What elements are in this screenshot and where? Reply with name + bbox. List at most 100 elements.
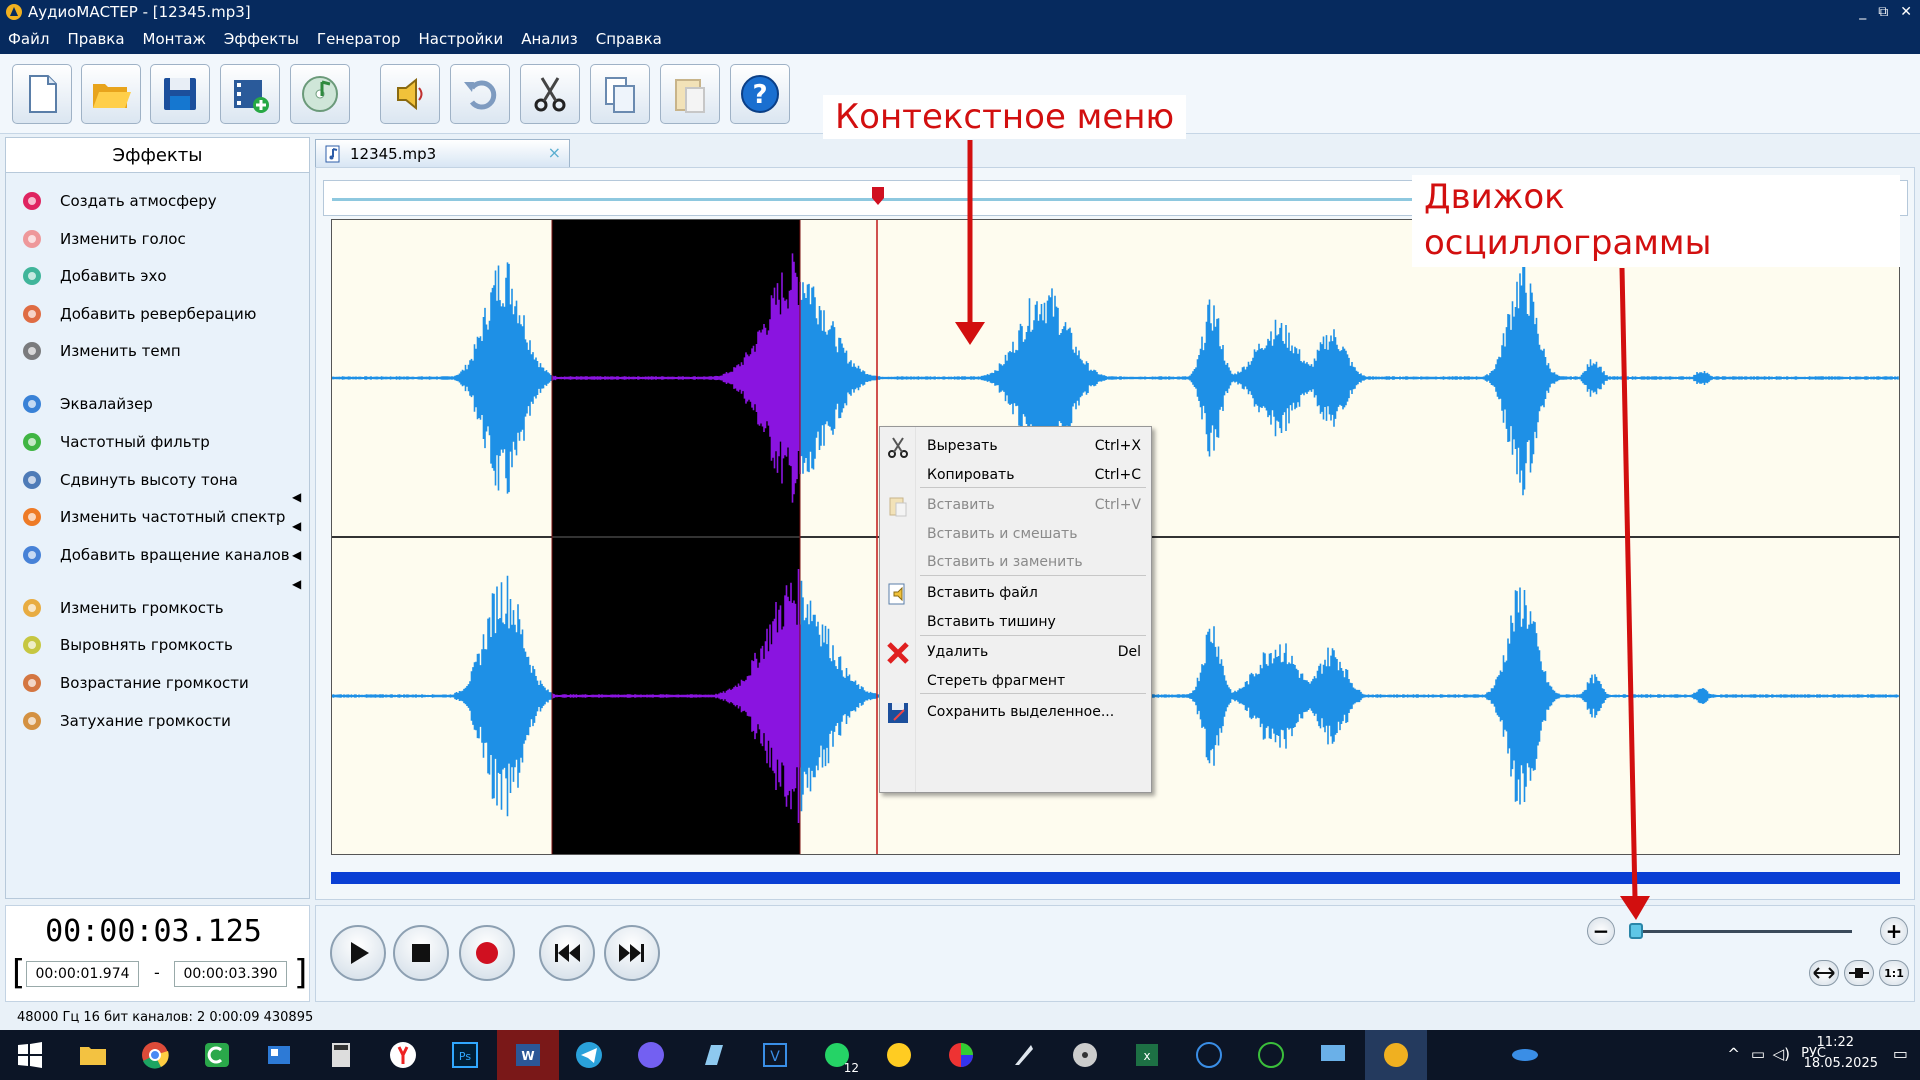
taskbar-chrome[interactable] (135, 1035, 175, 1075)
taskbar-film-app[interactable] (1065, 1035, 1105, 1075)
undo-button[interactable] (450, 64, 510, 124)
taskbar-yandex[interactable] (383, 1035, 423, 1075)
context-menu-item[interactable]: Вставить файл (880, 580, 1151, 608)
open-file-button[interactable] (81, 64, 141, 124)
taskbar-whatsapp[interactable]: 12 (817, 1035, 859, 1075)
effect-item[interactable]: Выровнять громкость (18, 630, 233, 660)
menu-analysis[interactable]: Анализ (521, 30, 578, 48)
minimize-button[interactable]: _ (1859, 0, 1866, 24)
taskbar-word-active[interactable]: W (497, 1030, 559, 1080)
effect-label: Изменить темп (60, 342, 181, 360)
effect-item[interactable]: Эквалайзер (18, 389, 153, 419)
context-menu-item[interactable]: Удалить Del (880, 639, 1151, 667)
zoom-in-button[interactable]: + (1880, 917, 1908, 945)
menu-settings[interactable]: Настройки (418, 30, 503, 48)
selection-end-field[interactable]: 00:00:03.390 (174, 961, 287, 987)
paste-button[interactable] (660, 64, 720, 124)
expand-arrow-icon[interactable]: ◀ (292, 548, 301, 562)
skip-end-button[interactable] (604, 925, 660, 981)
taskbar-telegram[interactable] (569, 1035, 609, 1075)
close-button[interactable]: ✕ (1900, 0, 1912, 24)
context-menu-item[interactable]: Вставить и заменить (880, 549, 1151, 577)
effect-item[interactable]: Добавить вращение каналов (18, 540, 290, 570)
expand-arrow-icon[interactable]: ◀ (292, 519, 301, 533)
expand-arrow-icon[interactable]: ◀ (292, 577, 301, 591)
zoom-actual-button[interactable]: 1:1 (1879, 960, 1909, 986)
zoom-slider-track[interactable] (1630, 930, 1852, 933)
taskbar-audiomaster-active[interactable] (1365, 1030, 1427, 1080)
menu-edit[interactable]: Правка (67, 30, 124, 48)
taskbar-feather-app[interactable] (1003, 1035, 1043, 1075)
zoom-out-button[interactable]: − (1587, 917, 1615, 945)
context-menu-item[interactable]: Вставить тишину (880, 609, 1151, 637)
taskbar-edge[interactable] (1505, 1035, 1545, 1075)
help-button[interactable]: ? (730, 64, 790, 124)
stop-button[interactable] (393, 925, 449, 981)
effect-item[interactable]: Изменить голос (18, 224, 186, 254)
tab-file[interactable]: 12345.mp3 × (315, 139, 570, 167)
taskbar-explorer[interactable] (73, 1035, 113, 1075)
notifications-icon[interactable]: ▭ (1893, 1044, 1908, 1063)
zoom-slider-thumb[interactable] (1629, 923, 1643, 939)
effect-item[interactable]: Сдвинуть высоту тона (18, 465, 238, 495)
effect-item[interactable]: Возрастание громкости (18, 668, 249, 698)
menu-effects[interactable]: Эффекты (224, 30, 299, 48)
selection-start-field[interactable]: 00:00:01.974 (26, 961, 139, 987)
copy-button[interactable] (590, 64, 650, 124)
menu-generator[interactable]: Генератор (317, 30, 401, 48)
menu-file[interactable]: Файл (8, 30, 49, 48)
volume-tray-icon[interactable]: ◁) (1773, 1045, 1790, 1063)
taskbar-u-app[interactable] (1251, 1035, 1291, 1075)
effect-item[interactable]: Изменить громкость (18, 593, 224, 623)
taskbar-color-app[interactable] (941, 1035, 981, 1075)
effect-item[interactable]: Затухание громкости (18, 706, 231, 736)
sound-effect-button[interactable] (380, 64, 440, 124)
fit-width-button[interactable] (1809, 960, 1839, 986)
monitor-icon (1321, 1045, 1345, 1061)
taskbar-app-crystal[interactable] (693, 1035, 733, 1075)
clock-date[interactable]: 18.05.2025 (1804, 1056, 1878, 1071)
playhead-marker-icon[interactable] (871, 186, 885, 206)
context-menu-item[interactable]: Вставить Ctrl+V (880, 492, 1151, 520)
effect-item[interactable]: Создать атмосферу (18, 186, 217, 216)
effect-item[interactable]: Добавить эхо (18, 261, 167, 291)
context-menu-item[interactable]: Стереть фрагмент (880, 668, 1151, 696)
start-button[interactable] (10, 1035, 50, 1075)
tray-chevron-icon[interactable]: ^ (1727, 1045, 1740, 1063)
expand-arrow-icon[interactable]: ◀ (292, 490, 301, 504)
play-button[interactable] (330, 925, 386, 981)
taskbar-emoji-app[interactable] (879, 1035, 919, 1075)
cut-button[interactable] (520, 64, 580, 124)
taskbar-viber[interactable] (631, 1035, 671, 1075)
menu-help[interactable]: Справка (596, 30, 662, 48)
add-video-button[interactable] (220, 64, 280, 124)
taskbar-calculator[interactable] (321, 1035, 361, 1075)
context-menu-item[interactable]: Копировать Ctrl+C (880, 462, 1151, 490)
fit-selection-button[interactable] (1844, 960, 1874, 986)
clock-time[interactable]: 11:22 (1817, 1035, 1854, 1050)
save-button[interactable] (150, 64, 210, 124)
taskbar-visio[interactable]: V (755, 1035, 795, 1075)
record-button[interactable] (459, 925, 515, 981)
effect-item[interactable]: Изменить темп (18, 336, 181, 366)
effect-item[interactable]: Изменить частотный спектр (18, 502, 285, 532)
taskbar-c-app[interactable] (1189, 1035, 1229, 1075)
context-menu-item[interactable]: Сохранить выделенное... (880, 699, 1151, 727)
effect-item[interactable]: Частотный фильтр (18, 427, 210, 457)
effect-item[interactable]: Добавить реверберацию (18, 299, 256, 329)
taskbar-contacts[interactable] (259, 1035, 299, 1075)
cd-rip-button[interactable] (290, 64, 350, 124)
new-file-button[interactable] (12, 64, 72, 124)
tab-close-icon[interactable]: × (548, 143, 561, 162)
restore-button[interactable]: ⧉ (1878, 0, 1888, 24)
context-menu-item[interactable]: Вырезать Ctrl+X (880, 433, 1151, 461)
context-menu-item[interactable]: Вставить и смешать (880, 521, 1151, 549)
taskbar-excel[interactable]: x (1127, 1035, 1167, 1075)
skip-start-button[interactable] (539, 925, 595, 981)
menu-montage[interactable]: Монтаж (143, 30, 206, 48)
taskbar-green-app[interactable] (197, 1035, 237, 1075)
network-icon[interactable]: ▭ (1751, 1045, 1765, 1063)
taskbar-photoshop[interactable]: Ps (445, 1035, 485, 1075)
horizontal-scrollbar[interactable] (331, 872, 1900, 884)
taskbar-monitor-app[interactable] (1313, 1035, 1353, 1075)
